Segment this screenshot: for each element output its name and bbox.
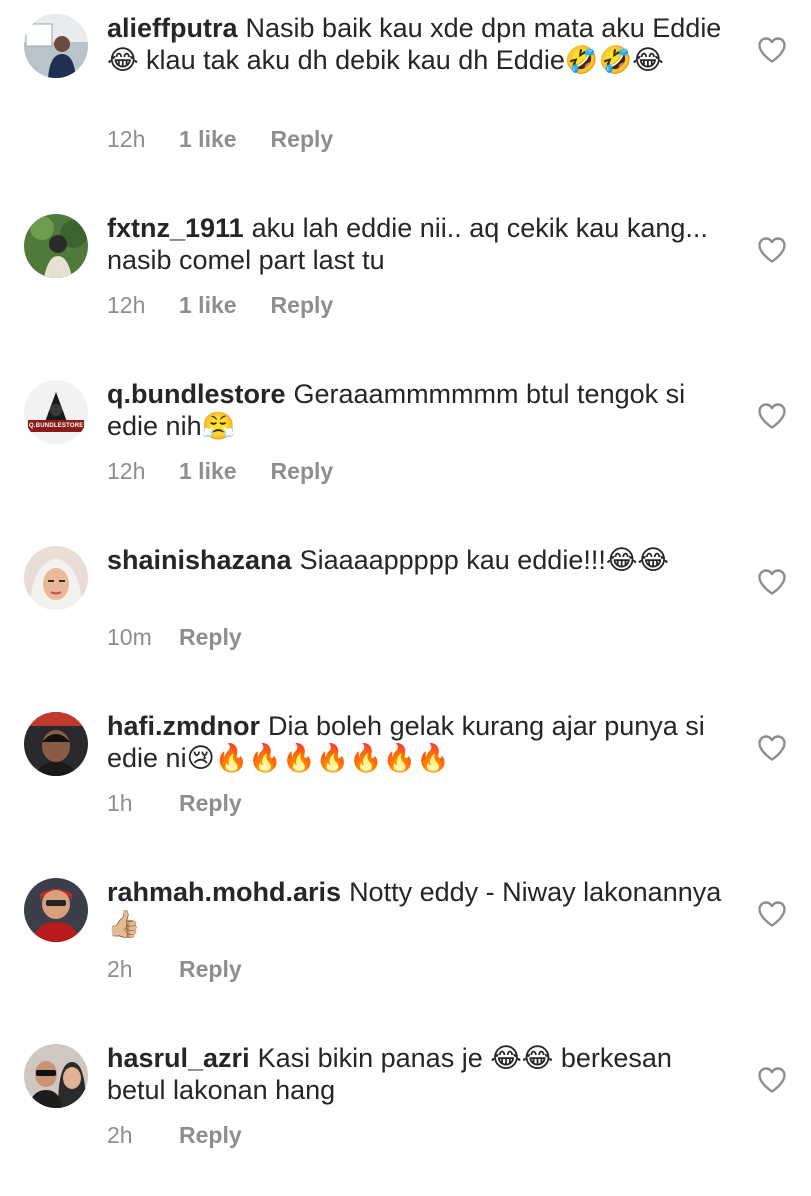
comment-text: hafi.zmdnor Dia boleh gelak kurang ajar p… bbox=[107, 710, 737, 774]
like-count[interactable]: 1 like bbox=[179, 458, 237, 485]
comment-time: 12h bbox=[107, 126, 146, 152]
comment-item: alieffputra Nasib baik kau xde dpn mata a… bbox=[0, 0, 811, 166]
reply-button[interactable]: Reply bbox=[271, 126, 334, 153]
comment-text: rahmah.mohd.aris Notty eddy - Niway lakon… bbox=[107, 876, 737, 940]
heart-outline-icon[interactable] bbox=[757, 236, 787, 264]
comment-meta: 10m Reply bbox=[107, 624, 242, 651]
comment-body: Siaaaappppp kau eddie!!!😂😂 bbox=[299, 545, 669, 575]
heart-outline-icon[interactable] bbox=[757, 734, 787, 762]
heart-outline-icon[interactable] bbox=[757, 900, 787, 928]
avatar[interactable] bbox=[24, 878, 88, 942]
comment-item: hasrul_azri Kasi bikin panas je 😂😂 berkes… bbox=[0, 1030, 811, 1196]
comment-time: 1h bbox=[107, 790, 133, 816]
comment-time: 2h bbox=[107, 956, 133, 982]
comment-text: fxtnz_1911 aku lah eddie nii.. aq cekik k… bbox=[107, 212, 737, 276]
like-count[interactable]: 1 like bbox=[179, 292, 237, 319]
comment-item: fxtnz_1911 aku lah eddie nii.. aq cekik k… bbox=[0, 200, 811, 366]
comment-meta: 12h 1 like Reply bbox=[107, 458, 333, 485]
avatar[interactable] bbox=[24, 1044, 88, 1108]
comment-username[interactable]: q.bundlestore bbox=[107, 379, 286, 409]
comment-meta: 12h 1 like Reply bbox=[107, 126, 333, 153]
comment-text: shainishazana Siaaaappppp kau eddie!!!😂😂 bbox=[107, 544, 737, 576]
comment-username[interactable]: fxtnz_1911 bbox=[107, 213, 244, 243]
avatar[interactable] bbox=[24, 712, 88, 776]
comment-meta: 2h Reply bbox=[107, 1122, 242, 1149]
avatar[interactable] bbox=[24, 546, 88, 610]
heart-outline-icon[interactable] bbox=[757, 402, 787, 430]
avatar[interactable] bbox=[24, 14, 88, 78]
comment-time: 12h bbox=[107, 458, 146, 484]
comment-username[interactable]: hafi.zmdnor bbox=[107, 711, 260, 741]
reply-button[interactable]: Reply bbox=[179, 624, 242, 651]
like-count[interactable]: 1 like bbox=[179, 126, 237, 153]
comment-username[interactable]: shainishazana bbox=[107, 545, 292, 575]
comment-username[interactable]: alieffputra bbox=[107, 13, 238, 43]
reply-button[interactable]: Reply bbox=[179, 1122, 242, 1149]
heart-outline-icon[interactable] bbox=[757, 1066, 787, 1094]
comment-text: alieffputra Nasib baik kau xde dpn mata a… bbox=[107, 12, 737, 76]
comment-meta: 1h Reply bbox=[107, 790, 242, 817]
avatar[interactable] bbox=[24, 214, 88, 278]
avatar[interactable]: Q.BUNDLESTORE bbox=[24, 380, 88, 444]
comment-text: q.bundlestore Geraaammmmmm btul tengok si… bbox=[107, 378, 737, 442]
reply-button[interactable]: Reply bbox=[179, 956, 242, 983]
comment-item: shainishazana Siaaaappppp kau eddie!!!😂😂 … bbox=[0, 532, 811, 698]
comment-time: 10m bbox=[107, 624, 152, 650]
comment-time: 2h bbox=[107, 1122, 133, 1148]
comment-meta: 12h 1 like Reply bbox=[107, 292, 333, 319]
reply-button[interactable]: Reply bbox=[271, 458, 334, 485]
comment-meta: 2h Reply bbox=[107, 956, 242, 983]
comment-username[interactable]: hasrul_azri bbox=[107, 1043, 250, 1073]
comment-username[interactable]: rahmah.mohd.aris bbox=[107, 877, 341, 907]
comment-time: 12h bbox=[107, 292, 146, 318]
avatar-logo-text: Q.BUNDLESTORE bbox=[29, 423, 84, 429]
comment-item: rahmah.mohd.aris Notty eddy - Niway lakon… bbox=[0, 864, 811, 1030]
reply-button[interactable]: Reply bbox=[179, 790, 242, 817]
comment-item: Q.BUNDLESTORE q.bundlestore Geraaammmmmm … bbox=[0, 366, 811, 532]
heart-outline-icon[interactable] bbox=[757, 36, 787, 64]
comment-item: hafi.zmdnor Dia boleh gelak kurang ajar p… bbox=[0, 698, 811, 864]
reply-button[interactable]: Reply bbox=[271, 292, 334, 319]
comment-text: hasrul_azri Kasi bikin panas je 😂😂 berkes… bbox=[107, 1042, 737, 1106]
heart-outline-icon[interactable] bbox=[757, 568, 787, 596]
